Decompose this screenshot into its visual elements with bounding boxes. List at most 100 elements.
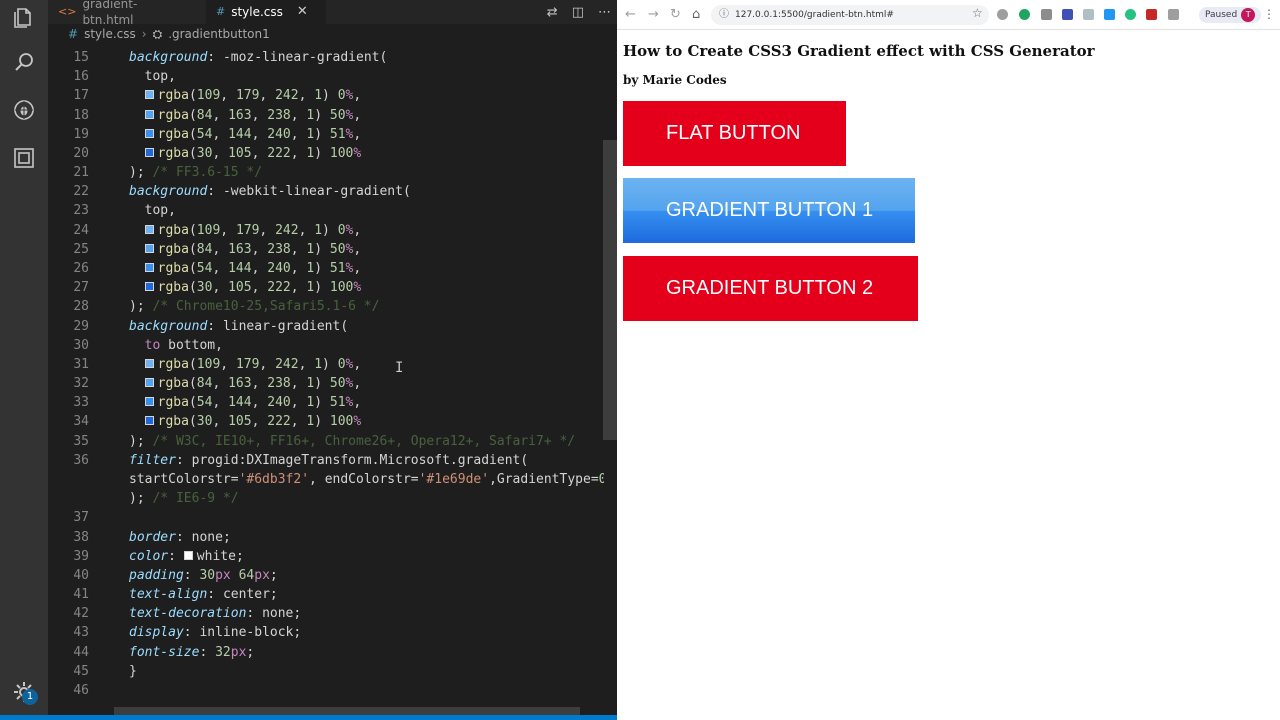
address-bar[interactable]: ⓘ 127.0.0.1:5500/gradient-btn.html#: [711, 5, 989, 25]
line-number: 28: [73, 299, 89, 315]
code-line[interactable]: 16 top,: [48, 67, 604, 86]
code-line[interactable]: 28); /* Chrome10-25,Safari5.1-6 */: [48, 297, 604, 316]
color-swatch-icon[interactable]: [144, 243, 154, 253]
profile-button[interactable]: Paused T: [1199, 7, 1262, 23]
back-arrow-icon[interactable]: ←: [625, 7, 636, 22]
activity-bar: 1: [0, 0, 48, 720]
line-number: 20: [73, 145, 89, 161]
extension-icon[interactable]: [1083, 9, 1094, 20]
code-line[interactable]: 17 rgba(109, 179, 242, 1) 0%,: [48, 86, 604, 105]
code-text: startColorstr='#6db3f2', endColorstr='#1…: [129, 471, 604, 487]
line-number: 18: [73, 107, 89, 123]
more-actions-icon[interactable]: ⋯: [598, 5, 611, 20]
code-line[interactable]: 20 rgba(30, 105, 222, 1) 100%: [48, 144, 604, 163]
bookmark-star-icon[interactable]: ☆: [972, 6, 983, 20]
compare-changes-icon[interactable]: ⇄: [547, 5, 558, 20]
gradient-button-1[interactable]: GRADIENT BUTTON 1: [623, 178, 915, 243]
code-line[interactable]: 32 rgba(84, 163, 238, 1) 50%,: [48, 374, 604, 393]
code-line[interactable]: 23 top,: [48, 201, 604, 220]
reload-icon[interactable]: ↻: [670, 7, 681, 22]
color-swatch-icon[interactable]: [144, 282, 154, 292]
color-swatch-icon[interactable]: [144, 128, 154, 138]
horizontal-scrollbar[interactable]: [114, 707, 580, 715]
code-line[interactable]: 21); /* FF3.6-15 */: [48, 163, 604, 182]
color-swatch-icon[interactable]: [144, 109, 154, 119]
code-line[interactable]: 45}: [48, 662, 604, 681]
code-text: rgba(109, 179, 242, 1) 0%,: [129, 355, 361, 374]
info-icon[interactable]: ⓘ: [719, 5, 729, 25]
code-line[interactable]: ); /* IE6-9 */: [48, 489, 604, 508]
code-line[interactable]: 15 background: -moz-linear-gradient(: [48, 48, 604, 67]
code-line[interactable]: 19 rgba(54, 144, 240, 1) 51%,: [48, 125, 604, 144]
extension-icon[interactable]: [1019, 9, 1030, 20]
line-number: 19: [73, 126, 89, 142]
settings-notification-badge: 1: [22, 689, 38, 705]
code-line[interactable]: 39 color: white;: [48, 547, 604, 566]
split-editor-icon[interactable]: ◫: [572, 5, 584, 20]
code-text: background: -webkit-linear-gradient(: [129, 184, 411, 200]
search-icon[interactable]: [12, 50, 36, 74]
code-line[interactable]: 31 rgba(109, 179, 242, 1) 0%,: [48, 355, 604, 374]
code-line[interactable]: 18 rgba(84, 163, 238, 1) 50%,: [48, 106, 604, 125]
code-line[interactable]: 46: [48, 681, 604, 700]
line-number: 23: [73, 203, 89, 219]
code-line[interactable]: 43 display: inline-block;: [48, 623, 604, 642]
code-line[interactable]: 24 rgba(109, 179, 242, 1) 0%,: [48, 221, 604, 240]
explorer-icon[interactable]: [12, 6, 36, 30]
color-swatch-icon[interactable]: [144, 147, 154, 157]
gradient-button-2[interactable]: GRADIENT BUTTON 2: [623, 256, 918, 321]
color-swatch-icon[interactable]: [144, 378, 154, 388]
code-area[interactable]: 15 background: -moz-linear-gradient(16 to…: [48, 48, 604, 708]
code-line[interactable]: 35); /* W3C, IE10+, FF16+, Chrome26+, Op…: [48, 432, 604, 451]
tab-gradient-btn-html[interactable]: <> gradient-btn.html: [48, 0, 196, 27]
color-swatch-icon[interactable]: [144, 358, 154, 368]
close-icon[interactable]: ✕: [297, 4, 308, 20]
extension-icon[interactable]: [1062, 9, 1073, 20]
code-line[interactable]: 44 font-size: 32px;: [48, 643, 604, 662]
browser-menu-icon[interactable]: ⋮: [1263, 7, 1275, 21]
line-number: 30: [73, 337, 89, 353]
code-line[interactable]: 29 background: linear-gradient(: [48, 317, 604, 336]
color-swatch-icon[interactable]: [144, 416, 154, 426]
code-text: background: -moz-linear-gradient(: [129, 50, 388, 65]
line-number: 42: [73, 606, 89, 622]
extension-icon[interactable]: [1146, 9, 1157, 20]
code-line[interactable]: 36 filter: progid:DXImageTransform.Micros…: [48, 451, 604, 470]
code-text: text-decoration: none;: [129, 606, 302, 622]
extensions-icon[interactable]: [12, 146, 36, 170]
color-swatch-icon[interactable]: [144, 224, 154, 234]
code-line[interactable]: 38 border: none;: [48, 528, 604, 547]
extension-icon[interactable]: [1125, 9, 1136, 20]
flat-button[interactable]: FLAT BUTTON: [623, 101, 846, 166]
code-line[interactable]: 34 rgba(30, 105, 222, 1) 100%: [48, 412, 604, 431]
breadcrumb-file[interactable]: style.css: [84, 27, 136, 41]
color-swatch-icon[interactable]: [144, 262, 154, 272]
color-swatch-icon[interactable]: [144, 90, 154, 100]
extension-icon[interactable]: [1168, 9, 1179, 20]
code-line[interactable]: 26 rgba(54, 144, 240, 1) 51%,: [48, 259, 604, 278]
debug-icon[interactable]: [12, 98, 36, 122]
extension-icon[interactable]: [997, 9, 1008, 20]
code-line[interactable]: 41 text-align: center;: [48, 585, 604, 604]
color-swatch-icon[interactable]: [183, 550, 193, 560]
color-swatch-icon[interactable]: [144, 397, 154, 407]
code-line[interactable]: 37: [48, 508, 604, 527]
home-icon[interactable]: ⌂: [692, 7, 700, 22]
extension-icon[interactable]: [1104, 9, 1115, 20]
breadcrumb-symbol[interactable]: .gradientbutton1: [168, 27, 270, 41]
code-line[interactable]: 25 rgba(84, 163, 238, 1) 50%,: [48, 240, 604, 259]
code-line[interactable]: 30 to bottom,: [48, 336, 604, 355]
vertical-scrollbar[interactable]: [603, 140, 617, 440]
code-line[interactable]: 33 rgba(54, 144, 240, 1) 51%,: [48, 393, 604, 412]
tab-style-css[interactable]: # style.css ✕: [206, 0, 326, 24]
mouse-cursor-ibeam-icon: I: [395, 360, 404, 376]
line-number: 43: [73, 625, 89, 641]
code-line[interactable]: startColorstr='#6db3f2', endColorstr='#1…: [48, 470, 604, 489]
page-content: How to Create CSS3 Gradient effect with …: [617, 31, 1280, 720]
code-line[interactable]: 22 background: -webkit-linear-gradient(: [48, 182, 604, 201]
extension-icon[interactable]: [1041, 9, 1052, 20]
code-line[interactable]: 27 rgba(30, 105, 222, 1) 100%: [48, 278, 604, 297]
code-line[interactable]: 42 text-decoration: none;: [48, 604, 604, 623]
forward-arrow-icon[interactable]: →: [648, 7, 659, 22]
code-line[interactable]: 40 padding: 30px 64px;: [48, 566, 604, 585]
